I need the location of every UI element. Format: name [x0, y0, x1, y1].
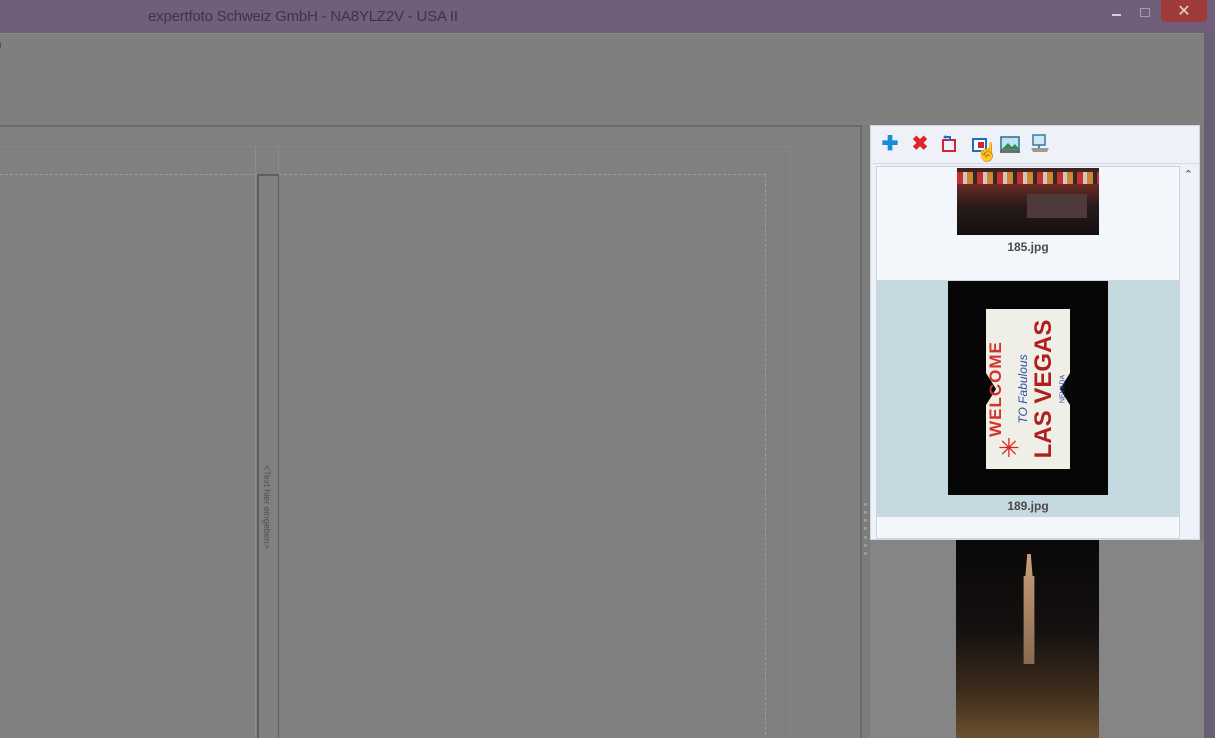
hand-cursor-icon: ☝	[976, 142, 999, 162]
rotate-left-button[interactable]	[939, 133, 961, 155]
page-top-edge	[0, 146, 792, 147]
design-canvas[interactable]: <Text hier eingeben>	[0, 125, 862, 738]
thumbnail-image[interactable]	[957, 168, 1099, 235]
picture-icon	[1000, 136, 1020, 153]
thumbnail-tower-photo[interactable]	[956, 540, 1099, 738]
close-icon: ✕	[1177, 3, 1191, 20]
safe-area-top-guide	[0, 174, 766, 175]
panel-resize-grip[interactable]	[864, 503, 868, 555]
scroll-up-icon[interactable]: ⌃	[1180, 168, 1197, 184]
maximize-icon	[1140, 7, 1150, 17]
add-image-button[interactable]: ✚	[879, 133, 901, 155]
book-spine[interactable]	[255, 146, 279, 738]
thumbnail-image[interactable]: ✳ WELCOME TO Fabulous LAS VEGAS NEVADA	[948, 281, 1108, 495]
tower-shape	[1023, 554, 1035, 664]
minimize-button[interactable]	[1104, 0, 1128, 24]
image-panel: ✚ ✖ 185.jpg ✳ WELCOME TO Fabulous LAS VE…	[870, 125, 1200, 540]
rotate-left-icon	[942, 135, 956, 152]
safe-area-right-guide	[765, 174, 766, 738]
thumbnail-scrollbar[interactable]: ⌃	[1180, 166, 1197, 539]
window-right-edge	[1204, 33, 1215, 738]
close-button[interactable]: ✕	[1161, 0, 1207, 22]
maximize-button[interactable]	[1133, 0, 1157, 24]
thumbnail-list[interactable]: 185.jpg ✳ WELCOME TO Fabulous LAS VEGAS …	[876, 166, 1180, 539]
image-panel-toolbar: ✚ ✖	[871, 126, 1199, 164]
thumbnail-filename: 185.jpg	[1007, 240, 1049, 254]
vegas-sign-graphic: ✳ WELCOME TO Fabulous LAS VEGAS NEVADA	[978, 309, 1078, 469]
x-icon: ✖	[911, 133, 929, 155]
monitor-icon	[1031, 134, 1049, 152]
ribbon-area	[0, 33, 1215, 125]
ribbon-marker	[0, 42, 3, 48]
thumbnail-filename: 189.jpg	[1007, 499, 1049, 513]
thumbnail-item[interactable]: 185.jpg	[877, 167, 1179, 280]
spine-placeholder-text[interactable]: <Text hier eingeben>	[262, 465, 272, 549]
window-title: expertfoto Schweiz GmbH - NA8YLZ2V - USA…	[148, 8, 458, 25]
thumbnail-item-selected[interactable]: ✳ WELCOME TO Fabulous LAS VEGAS NEVADA 1…	[877, 280, 1179, 517]
spine-text-box[interactable]	[257, 174, 279, 738]
image-edit-button[interactable]	[999, 133, 1021, 155]
minimize-icon	[1111, 14, 1121, 16]
image-export-button[interactable]	[1029, 133, 1051, 155]
page-right-edge	[790, 146, 791, 738]
window-titlebar: expertfoto Schweiz GmbH - NA8YLZ2V - USA…	[0, 0, 1215, 33]
plus-icon: ✚	[881, 133, 899, 155]
delete-image-button[interactable]: ✖	[909, 133, 931, 155]
